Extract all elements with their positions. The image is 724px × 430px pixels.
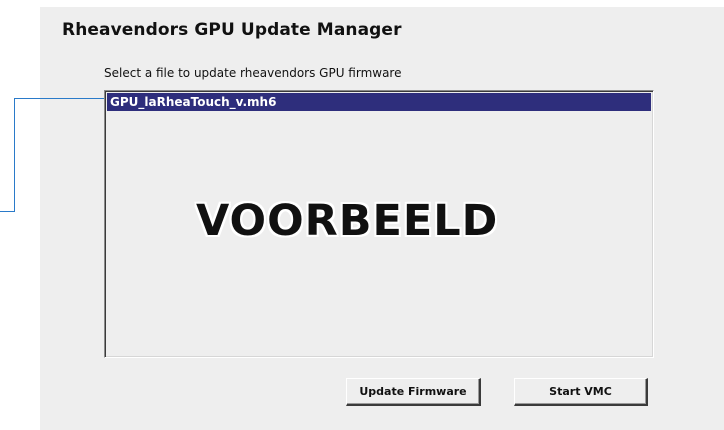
callout-line-horizontal bbox=[14, 98, 105, 99]
update-firmware-button[interactable]: Update Firmware bbox=[346, 378, 481, 406]
file-list-item-selected[interactable]: GPU_laRheaTouch_v.mh6 bbox=[107, 93, 651, 111]
file-select-instruction: Select a file to update rheavendors GPU … bbox=[104, 66, 402, 80]
callout-line-vertical bbox=[14, 98, 15, 212]
watermark-text: VOORBEELD bbox=[196, 196, 499, 246]
callout-line-end bbox=[0, 211, 15, 212]
window-title: Rheavendors GPU Update Manager bbox=[62, 20, 402, 40]
start-vmc-button[interactable]: Start VMC bbox=[514, 378, 648, 406]
